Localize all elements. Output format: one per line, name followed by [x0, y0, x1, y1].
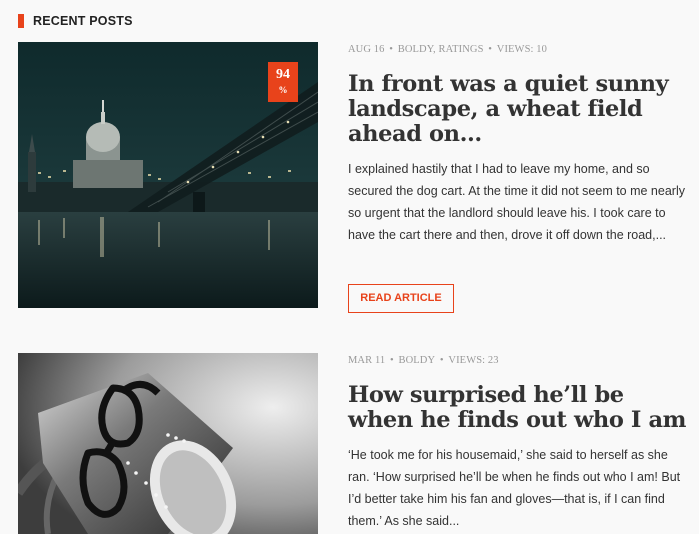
- post-card: 94 % AUG 16 • BOLDY, RATINGS • VIEWS: 10…: [18, 42, 699, 313]
- post-body: AUG 16 • BOLDY, RATINGS • VIEWS: 10 In f…: [348, 42, 688, 246]
- post-date: AUG 16: [348, 44, 385, 55]
- rating-value: 94: [276, 67, 290, 82]
- post-meta: AUG 16 • BOLDY, RATINGS • VIEWS: 10: [348, 44, 547, 55]
- post-excerpt: I explained hastily that I had to leave …: [348, 162, 685, 242]
- rating-unit: %: [278, 85, 288, 95]
- post-categories[interactable]: BOLDY, RATINGS: [398, 44, 484, 55]
- post-meta: MAR 11 • BOLDY • VIEWS: 23: [348, 355, 499, 366]
- post-title[interactable]: How surprised he’ll be when he finds out…: [348, 383, 688, 433]
- post-body: MAR 11 • BOLDY • VIEWS: 23 How surprised…: [348, 353, 688, 532]
- post-thumbnail[interactable]: [18, 353, 318, 534]
- post-categories[interactable]: BOLDY: [399, 355, 436, 366]
- post-title[interactable]: In front was a quiet sunny landscape, a …: [348, 72, 688, 147]
- read-article-button[interactable]: READ ARTICLE: [348, 284, 454, 313]
- post-views: VIEWS: 23: [448, 355, 499, 366]
- section-marker: [18, 14, 24, 28]
- post-views: VIEWS: 10: [496, 44, 547, 55]
- desk-lamp-glasses-image: [18, 353, 318, 534]
- post-date: MAR 11: [348, 355, 386, 366]
- section-header: RECENT POSTS: [18, 12, 133, 30]
- post-card: MAR 11 • BOLDY • VIEWS: 23 How surprised…: [18, 353, 699, 534]
- post-excerpt: ‘He took me for his housemaid,’ she said…: [348, 448, 681, 528]
- section-title: RECENT POSTS: [33, 14, 133, 28]
- post-thumbnail[interactable]: 94 %: [18, 42, 318, 308]
- rating-badge: 94 %: [268, 62, 298, 102]
